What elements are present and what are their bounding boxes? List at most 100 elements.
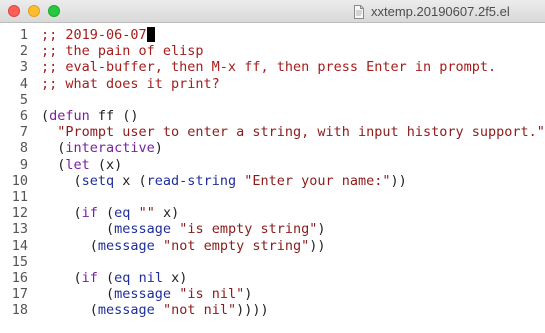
code-token-str: "not nil": [162, 302, 237, 319]
minimize-window-button[interactable]: [28, 5, 40, 17]
code-token-plain: )))): [236, 302, 269, 319]
code-token-plain: (: [41, 270, 82, 286]
code-line[interactable]: 9 (let (x): [0, 157, 545, 173]
close-window-button[interactable]: [8, 5, 20, 17]
code-token-plain: x): [154, 205, 180, 222]
maximize-window-button[interactable]: [48, 5, 60, 17]
code-token-comment: ;; eval-buffer, then M-x ff, then press …: [41, 59, 497, 76]
code-line[interactable]: 4 ;; what does it print?: [0, 76, 545, 92]
code-token-fn: message: [114, 286, 172, 303]
code-line[interactable]: 18 (message "not nil")))): [0, 302, 545, 318]
code-token-fn: message: [114, 221, 172, 238]
code-token-plain: )): [390, 172, 407, 189]
line-number: 9: [19, 156, 28, 173]
code-text[interactable]: (if (eq nil x): [41, 270, 188, 286]
line-number: 4: [19, 75, 28, 92]
code-line[interactable]: 11: [0, 189, 545, 205]
code-line[interactable]: 5: [0, 92, 545, 108]
code-token-fn: message: [97, 302, 155, 319]
line-number: 6: [19, 108, 28, 124]
code-line[interactable]: 10 (setq x (read-string "Enter your name…: [0, 173, 545, 189]
code-token-str: "not empty string": [162, 237, 310, 254]
code-token-plain: ): [317, 221, 326, 238]
code-line[interactable]: 2 ;; the pain of elisp: [0, 43, 545, 59]
code-text[interactable]: (message "is empty string"): [41, 221, 326, 237]
code-text[interactable]: (if (eq "" x): [41, 205, 180, 222]
code-line[interactable]: 12 (if (eq "" x): [0, 205, 545, 221]
line-number: 14: [11, 237, 28, 254]
editor-window: xxtemp.20190607.2f5.el 1 ;; 2019-06-07 2;;…: [0, 0, 545, 333]
code-token-kw: if: [81, 205, 98, 222]
code-token-str: "is nil": [179, 286, 245, 303]
code-token-kw: let: [65, 156, 90, 173]
code-token-plain: (: [41, 221, 115, 238]
line-number: 7: [19, 124, 28, 141]
code-text[interactable]: (message "not empty string")): [41, 238, 326, 254]
line-number: 11: [11, 189, 28, 205]
code-line[interactable]: 7 "Prompt user to enter a string, with i…: [0, 124, 545, 140]
code-token-kw: interactive: [65, 140, 155, 157]
line-number: 10: [11, 172, 28, 189]
line-number: 5: [19, 91, 28, 108]
code-line[interactable]: 14 (message "not empty string")): [0, 238, 545, 254]
code-line[interactable]: 15: [0, 254, 545, 270]
code-token-plain: (: [41, 205, 82, 222]
code-line[interactable]: 3 ;; eval-buffer, then M-x ff, then press…: [0, 59, 545, 75]
code-token-str: "Enter your name:": [244, 172, 391, 189]
code-token-plain: )): [309, 237, 326, 254]
document-icon: [354, 4, 364, 19]
code-line[interactable]: 8 (interactive): [0, 140, 545, 156]
code-token-plain: x (: [114, 172, 147, 189]
code-token-plain: x): [162, 270, 188, 286]
line-number: 16: [11, 270, 28, 286]
line-number: 15: [11, 253, 28, 270]
code-token-plain: (x): [89, 156, 123, 173]
line-number: 1: [19, 27, 28, 43]
code-token-plain: (: [41, 237, 98, 254]
code-token-fn: setq: [81, 172, 115, 189]
code-token-kw: defun: [49, 108, 90, 124]
window-title-group: xxtemp.20190607.2f5.el: [353, 3, 510, 20]
code-text[interactable]: ;; the pain of elisp: [41, 43, 204, 59]
code-token-plain: ): [244, 286, 253, 303]
code-line[interactable]: 13 (message "is empty string"): [0, 221, 545, 237]
line-number: 3: [19, 59, 28, 76]
code-token-plain: (: [41, 140, 66, 157]
code-line[interactable]: 6 (defun ff (): [0, 108, 545, 124]
code-text[interactable]: (interactive): [41, 140, 163, 156]
code-text[interactable]: (defun ff (): [41, 108, 139, 124]
code-text[interactable]: (let (x): [41, 157, 122, 173]
code-text[interactable]: "Prompt user to enter a string, with inp…: [41, 124, 545, 140]
code-line[interactable]: 1 ;; 2019-06-07: [0, 27, 545, 43]
line-number: 18: [11, 302, 28, 319]
text-cursor: [146, 27, 155, 42]
code-token-paren: (: [41, 108, 50, 124]
code-text[interactable]: (setq x (read-string "Enter your name:")…: [41, 173, 407, 189]
code-text[interactable]: ;; what does it print?: [41, 76, 220, 92]
code-token-str: "": [138, 205, 155, 222]
code-text[interactable]: ;; eval-buffer, then M-x ff, then press …: [41, 59, 496, 75]
code-token-comment: ;; the pain of elisp: [41, 43, 204, 60]
code-token-plain: ff (): [89, 108, 139, 124]
line-number: 2: [19, 43, 28, 60]
code-text[interactable]: (message "not nil")))): [41, 302, 269, 318]
code-line[interactable]: 16 (if (eq nil x): [0, 270, 545, 286]
code-token-kw: if: [81, 270, 98, 286]
line-number: 12: [11, 205, 28, 222]
code-line[interactable]: 17 (message "is nil"): [0, 286, 545, 302]
code-token-fn: read-string: [146, 172, 237, 189]
code-token-str: "Prompt user to enter a string, with inp…: [57, 124, 545, 141]
code-token-fn: nil: [138, 270, 163, 286]
code-text[interactable]: ;; 2019-06-07: [41, 27, 155, 43]
code-token-comment: ;; what does it print?: [41, 75, 220, 92]
window-title: xxtemp.20190607.2f5.el: [371, 4, 510, 19]
code-text[interactable]: (message "is nil"): [41, 286, 252, 302]
code-editor[interactable]: 1 ;; 2019-06-07 2 ;; the pain of elisp 3 ;; e…: [0, 23, 545, 333]
